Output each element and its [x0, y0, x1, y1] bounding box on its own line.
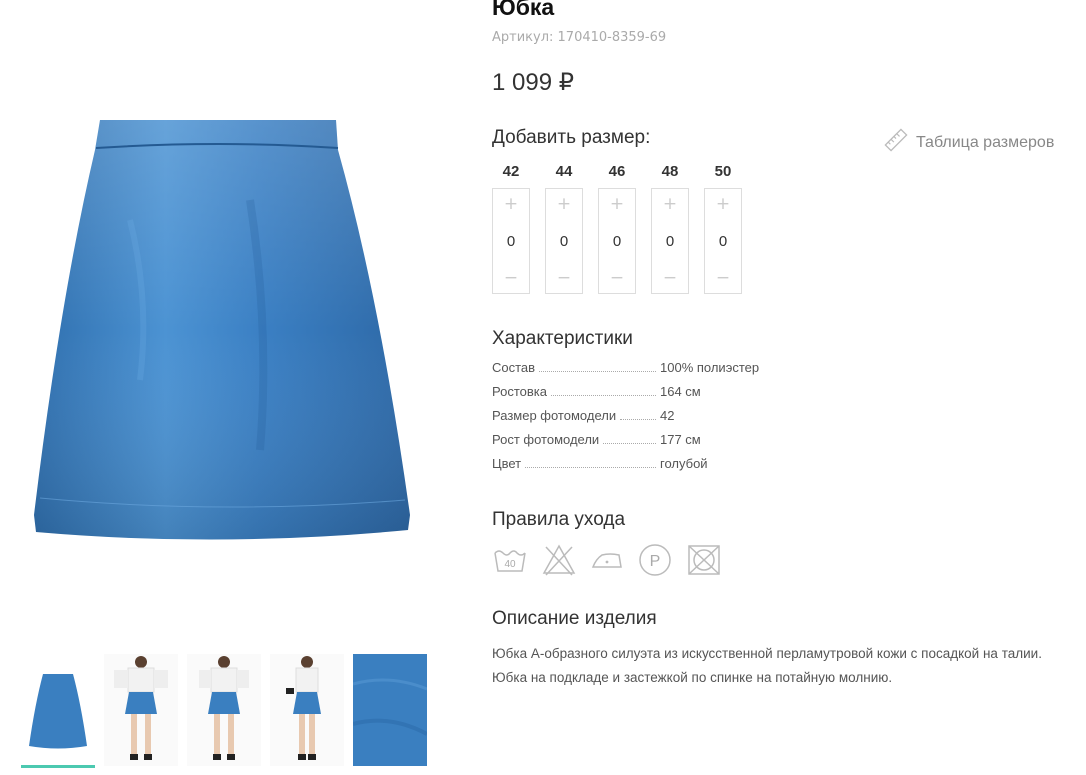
- decrement-button[interactable]: −: [705, 267, 741, 289]
- size-label: 42: [502, 163, 520, 180]
- characteristic-row: Рост фотомодели 177 см: [492, 432, 792, 456]
- quantity-value[interactable]: 0: [666, 233, 674, 250]
- characteristic-key: Ростовка: [492, 384, 547, 399]
- quantity-stepper: + 0 −: [598, 188, 636, 294]
- increment-button[interactable]: +: [652, 193, 688, 215]
- dry-clean-p-icon: P: [638, 543, 672, 577]
- size-label: 44: [555, 163, 573, 180]
- description-text: Юбка А-образного силуэта из искусственно…: [492, 646, 1042, 685]
- decrement-button[interactable]: −: [546, 267, 582, 289]
- no-tumble-dry-icon: [686, 543, 722, 577]
- size-column-48: 48 + 0 −: [651, 163, 689, 294]
- thumbnail-strip: [21, 654, 427, 768]
- characteristic-value: 164 см: [660, 384, 701, 399]
- characteristic-value: 100% полиэстер: [660, 360, 760, 375]
- characteristics-title: Характеристики: [492, 328, 633, 349]
- characteristic-row: Цвет голубой: [492, 456, 792, 480]
- decrement-button[interactable]: −: [652, 267, 688, 289]
- wash-temp-label: 40: [504, 559, 516, 570]
- product-sku: Артикул: 170410-8359-69: [492, 30, 667, 45]
- increment-button[interactable]: +: [705, 193, 741, 215]
- characteristic-value: 42: [660, 408, 675, 423]
- characteristic-key: Цвет: [492, 456, 522, 471]
- size-label: 50: [714, 163, 732, 180]
- size-column-46: 46 + 0 −: [598, 163, 636, 294]
- quantity-stepper: + 0 −: [704, 188, 742, 294]
- size-column-42: 42 + 0 −: [492, 163, 530, 294]
- main-product-image[interactable]: [0, 0, 450, 640]
- characteristic-value: голубой: [660, 456, 708, 471]
- thumbnail-model-front[interactable]: [104, 654, 178, 766]
- add-size-label: Добавить размер:: [492, 127, 651, 148]
- characteristics-list: Состав 100% полиэстер Ростовка 164 см Ра…: [492, 360, 792, 480]
- size-column-44: 44 + 0 −: [545, 163, 583, 294]
- size-label: 46: [608, 163, 626, 180]
- decrement-button[interactable]: −: [599, 267, 635, 289]
- characteristic-key: Состав: [492, 360, 536, 375]
- increment-button[interactable]: +: [546, 193, 582, 215]
- quantity-value[interactable]: 0: [719, 233, 727, 250]
- care-title: Правила ухода: [492, 509, 626, 530]
- description-title: Описание изделия: [492, 608, 657, 629]
- dry-clean-letter: P: [650, 553, 661, 570]
- size-column-50: 50 + 0 −: [704, 163, 742, 294]
- care-icons: 40 P: [492, 543, 722, 577]
- quantity-stepper: + 0 −: [492, 188, 530, 294]
- no-bleach-icon: [542, 543, 576, 577]
- thumbnail-skirt-front[interactable]: [21, 654, 95, 768]
- characteristic-row: Размер фотомодели 42: [492, 408, 792, 432]
- characteristic-row: Ростовка 164 см: [492, 384, 792, 408]
- size-table-link[interactable]: Таблица размеров: [884, 128, 1054, 157]
- quantity-value[interactable]: 0: [613, 233, 621, 250]
- size-table-label: Таблица размеров: [916, 133, 1055, 151]
- product-price: 1 099 ₽: [492, 69, 574, 96]
- iron-low-icon: [590, 543, 624, 577]
- size-selector: 42 + 0 − 44 + 0 − 46 + 0 − 48 + 0 − 50 +…: [492, 163, 742, 294]
- thumbnail-model-back[interactable]: [187, 654, 261, 766]
- ruler-icon: [884, 128, 908, 157]
- characteristic-row: Состав 100% полиэстер: [492, 360, 792, 384]
- increment-button[interactable]: +: [493, 193, 529, 215]
- quantity-value[interactable]: 0: [507, 233, 515, 250]
- characteristic-key: Рост фотомодели: [492, 432, 600, 447]
- wash-40-icon: 40: [492, 543, 528, 577]
- characteristic-value: 177 см: [660, 432, 701, 447]
- quantity-stepper: + 0 −: [545, 188, 583, 294]
- product-title: Юбка: [492, 0, 555, 20]
- thumbnail-fabric-closeup[interactable]: [353, 654, 427, 766]
- decrement-button[interactable]: −: [493, 267, 529, 289]
- increment-button[interactable]: +: [599, 193, 635, 215]
- size-label: 48: [661, 163, 679, 180]
- quantity-value[interactable]: 0: [560, 233, 568, 250]
- thumbnail-model-side[interactable]: [270, 654, 344, 766]
- characteristic-key: Размер фотомодели: [492, 408, 617, 423]
- quantity-stepper: + 0 −: [651, 188, 689, 294]
